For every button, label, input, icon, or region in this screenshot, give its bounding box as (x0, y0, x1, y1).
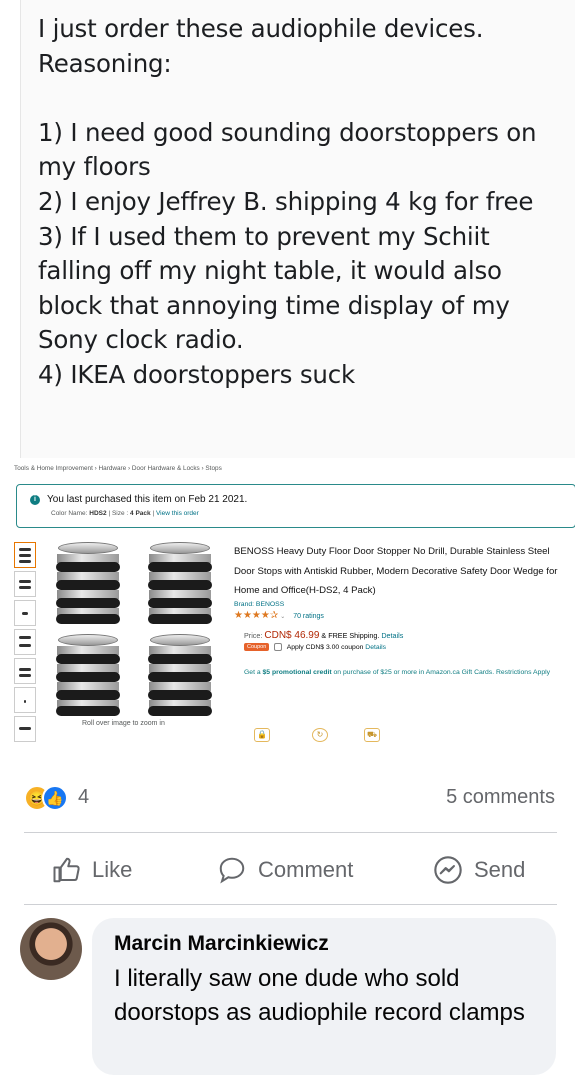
doorstop-image-3 (54, 634, 122, 716)
size-value: 4 Pack (130, 510, 151, 517)
comment-button[interactable]: Comment (216, 850, 353, 890)
view-order-link[interactable]: View this order (156, 510, 199, 517)
rating-row: ★★★★✰ ⌄ 70 ratings (234, 610, 564, 621)
promo-bold: $5 promotional credit (262, 668, 332, 676)
avatar[interactable] (20, 918, 82, 980)
purchase-notice-box: i You last purchased this item on Feb 21… (16, 484, 575, 528)
shipping-details-link[interactable]: Details (381, 631, 403, 640)
thumbnail-strip (14, 542, 36, 745)
product-image[interactable] (48, 538, 223, 718)
product-title[interactable]: BENOSS Heavy Duty Floor Door Stopper No … (234, 542, 564, 601)
divider-top (24, 832, 557, 833)
send-label: Send (474, 857, 526, 882)
promo-rest: on purchase of $25 or more in Amazon.ca … (333, 668, 551, 676)
lock-icon: 🔒 (254, 728, 270, 742)
comments-count-link[interactable]: 5 comments (446, 786, 555, 809)
reaction-summary[interactable]: 😆 👍 4 (24, 785, 154, 811)
delivery-truck-icon: ⛟ (364, 728, 380, 742)
brand-link[interactable]: Brand: BENOSS (234, 601, 564, 608)
returns-icon: ↻ (312, 728, 328, 742)
like-thumb-icon: 👍 (42, 785, 68, 811)
coupon-text: Apply CDN$ 3.00 coupon (286, 643, 364, 651)
doorstop-image-1 (54, 542, 122, 624)
like-button[interactable]: Like (52, 850, 132, 890)
coupon-row: Coupon Apply CDN$ 3.00 coupon Details (244, 642, 564, 651)
shipping-text: & FREE Shipping. (321, 630, 380, 640)
doorstop-image-2 (146, 542, 214, 624)
messenger-icon (434, 856, 462, 884)
coupon-details-link[interactable]: Details (365, 643, 386, 650)
ratings-count-link[interactable]: 70 ratings (293, 613, 324, 620)
coupon-checkbox[interactable] (274, 642, 283, 651)
reaction-count: 4 (78, 786, 90, 808)
doorstop-image-4 (146, 634, 214, 716)
divider-bottom (24, 904, 557, 905)
promo-prefix: Get a (244, 668, 261, 676)
color-value: HDS2 (89, 510, 107, 517)
promo-text[interactable]: Get a $5 promotional credit on purchase … (244, 667, 564, 678)
thumbnail-3[interactable] (14, 600, 36, 626)
coupon-badge: Coupon (244, 642, 270, 651)
price-value: CDN$ 46.99 (264, 629, 320, 641)
post-action-bar: Like Comment Send (0, 850, 575, 890)
thumbnail-5[interactable] (14, 658, 36, 684)
attached-amazon-screenshot[interactable]: Tools & Home Improvement › Hardware › Do… (0, 458, 575, 754)
like-label: Like (92, 857, 133, 882)
star-rating-icon[interactable]: ★★★★✰ (234, 610, 278, 621)
breadcrumb: Tools & Home Improvement › Hardware › Do… (14, 465, 222, 472)
comment-bubble[interactable]: Marcin Marcinkiewicz I literally saw one… (92, 918, 556, 1075)
comment-label: Comment (258, 857, 354, 882)
thumbnail-2[interactable] (14, 571, 36, 597)
zoom-hint: Roll over image to zoom in (82, 720, 165, 727)
comment-author[interactable]: Marcin Marcinkiewicz (114, 932, 534, 956)
purchase-notice-text: You last purchased this item on Feb 21 2… (47, 494, 248, 505)
price-row: Price: CDN$ 46.99 & FREE Shipping. Detai… (244, 630, 564, 641)
like-icon (53, 857, 80, 883)
thumbnail-6[interactable] (14, 687, 36, 713)
comment-icon (219, 857, 245, 884)
color-label: Color Name: (51, 510, 88, 517)
post-body-text: I just order these audiophile devices. R… (38, 14, 537, 389)
product-details: BENOSS Heavy Duty Floor Door Stopper No … (234, 542, 564, 678)
price-label: Price: (244, 630, 263, 640)
info-icon: i (30, 495, 40, 505)
purchase-meta: Color Name: HDS2 | Size : 4 Pack | View … (51, 510, 199, 517)
thumbnail-7[interactable] (14, 716, 36, 742)
chevron-down-icon[interactable]: ⌄ (280, 614, 285, 620)
thumbnail-4[interactable] (14, 629, 36, 655)
comment-text: I literally saw one dude who sold doorst… (114, 965, 525, 1026)
thumbnail-1[interactable] (14, 542, 36, 568)
send-button[interactable]: Send (432, 850, 525, 890)
size-label: Size : (111, 510, 129, 517)
